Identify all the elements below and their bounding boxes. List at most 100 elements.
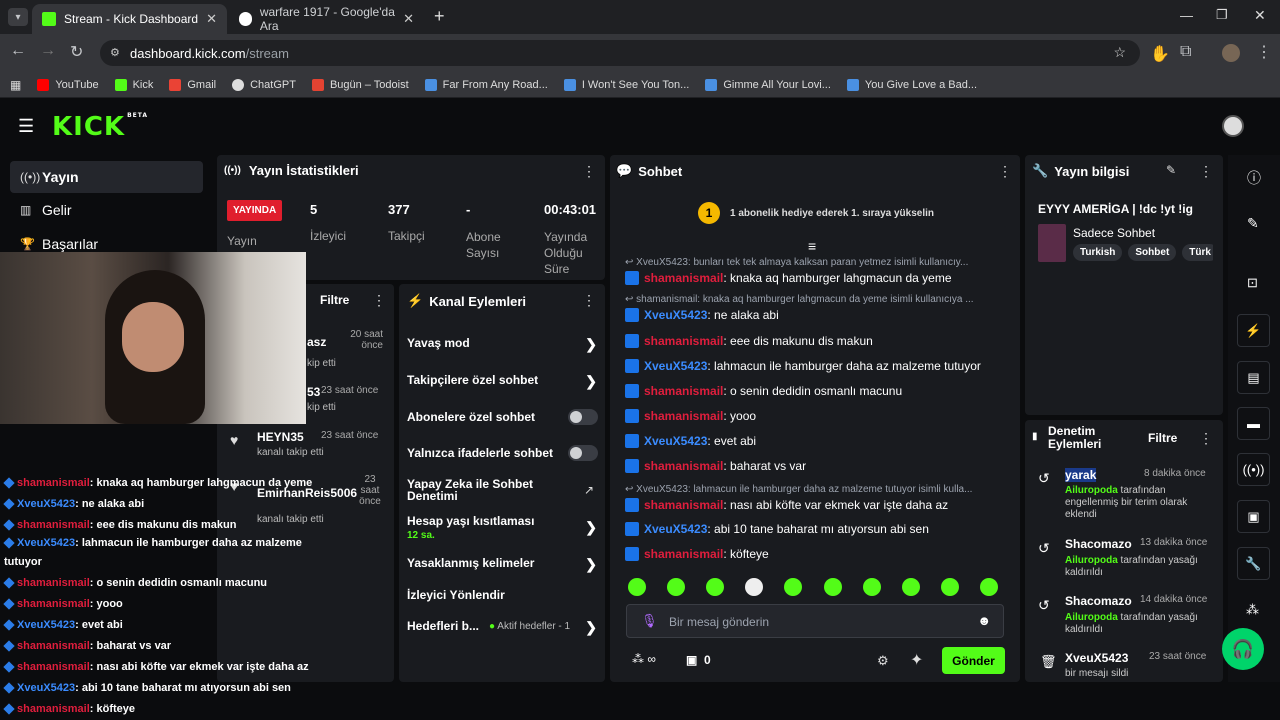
extension-icon[interactable]: ✋ [1150, 44, 1170, 64]
emote-icon[interactable] [901, 578, 920, 596]
stream-title: EYYY AMERİGA | !dc !yt !ig [1038, 202, 1193, 216]
emote-icon[interactable] [823, 578, 842, 596]
mod-user[interactable]: Shacomazo [1065, 537, 1132, 551]
raid-action[interactable]: İzleyici Yönlendir [407, 588, 597, 604]
activity-menu-icon[interactable]: ⋮ [372, 292, 386, 309]
minimize-button[interactable]: — [1180, 8, 1193, 23]
browser-menu-icon[interactable]: ⋮ [1256, 42, 1272, 62]
tag[interactable]: Türk [1182, 244, 1213, 261]
screenshot-icon[interactable]: ⊡ [1247, 275, 1258, 291]
close-window-button[interactable]: ✕ [1254, 7, 1266, 24]
lightning-icon: ⚡ [1245, 322, 1262, 338]
activity-desc: kanalı takip etti [257, 447, 324, 458]
emote-icon[interactable] [862, 578, 881, 596]
bookmark-star-icon[interactable]: ☆ [1113, 44, 1126, 61]
ai-moderation-action[interactable]: Yapay Zeka ile Sohbet Denetimi [407, 478, 547, 502]
edit-pencil-icon[interactable]: ✎ [1166, 163, 1176, 177]
bookmark-song-3[interactable]: Gimme All Your Lovi... [705, 78, 831, 91]
microphone-icon[interactable]: 🎙 [641, 613, 658, 629]
broadcast-button[interactable]: ((•)) [1237, 453, 1270, 486]
profile-avatar[interactable] [1222, 44, 1240, 62]
mod-user[interactable]: yarak [1065, 468, 1097, 482]
tab-search-icon[interactable]: ▾ [8, 8, 28, 26]
chat-message: XveuX5423: abi 10 tane baharat mı atıyor… [625, 522, 929, 536]
pinned-toggle-icon[interactable]: ≡ [808, 238, 816, 254]
banned-words-action[interactable]: Yasaklanmış kelimeler ❯ [407, 556, 597, 572]
tab-close-icon[interactable]: ✕ [206, 11, 217, 27]
subscribers-only-toggle[interactable] [568, 409, 598, 425]
emote-icon[interactable] [628, 578, 646, 596]
emote-icon[interactable] [784, 578, 803, 596]
apps-grid-icon[interactable]: ▦ [10, 78, 21, 92]
support-headset-button[interactable]: 🎧 [1222, 628, 1264, 670]
channel-points[interactable]: ⁂ ∞ [632, 652, 656, 666]
goals-action[interactable]: Hedefleri b... ● Aktif hedefler - 1 ❯ [407, 619, 597, 635]
reload-icon[interactable]: ↻ [70, 42, 83, 62]
trophy-icon: 🏆 [20, 237, 35, 251]
maximize-button[interactable]: ❐ [1216, 7, 1228, 23]
emote-icon[interactable] [979, 578, 998, 596]
tag[interactable]: Sohbet [1128, 244, 1177, 261]
slow-mode-action[interactable]: Yavaş mod ❯ [407, 336, 597, 352]
emoji-picker-icon[interactable]: ☻ [977, 613, 991, 628]
activity-name: 53 [307, 385, 321, 399]
overlay-message: XveuX5423: evet abi [3, 614, 324, 635]
chat-input[interactable]: 🎙 Bir mesaj gönderin ☻ [626, 604, 1004, 638]
address-bar[interactable]: ⚙ dashboard.kick.com/stream ☆ [100, 40, 1140, 66]
chat-menu-icon[interactable]: ⋮ [998, 163, 1012, 180]
video-button[interactable]: ▣ [1237, 500, 1270, 533]
user-avatar[interactable] [1222, 115, 1244, 137]
quick-emote-icon[interactable]: ✦ [910, 650, 923, 670]
mod-user[interactable]: XveuX5423 [1065, 651, 1128, 665]
bookmark-gmail[interactable]: Gmail [169, 78, 216, 91]
site-info-icon[interactable]: ⚙ [110, 46, 120, 59]
forward-arrow-icon[interactable]: → [40, 42, 56, 60]
quick-actions-button[interactable]: ⚡ [1237, 314, 1270, 347]
sidebar-item-stream[interactable]: ((•)) Yayın [10, 161, 203, 193]
bookmark-youtube[interactable]: YouTube [37, 78, 99, 91]
emote-icon[interactable] [745, 578, 764, 596]
tag[interactable]: Turkish [1073, 244, 1123, 261]
moderation-filter-button[interactable]: Filtre [1148, 431, 1177, 445]
hamburger-menu-icon[interactable]: ☰ [18, 116, 34, 137]
bookmark-chatgpt[interactable]: ChatGPT [232, 78, 296, 91]
stats-menu-icon[interactable]: ⋮ [582, 163, 596, 180]
store-count[interactable]: ▣ 0 [686, 653, 711, 667]
chat-button[interactable]: ▬ [1237, 407, 1270, 440]
extensions-puzzle-icon[interactable]: ⧉ [1180, 43, 1191, 61]
bookmark-song-1[interactable]: Far From Any Road... [424, 78, 548, 91]
undo-icon[interactable]: ↺ [1038, 540, 1050, 557]
connections-icon[interactable]: ⁂ [1246, 602, 1259, 618]
undo-icon[interactable]: ↺ [1038, 597, 1050, 614]
tools-button[interactable]: 🔧 [1237, 547, 1270, 580]
external-link-icon[interactable]: ↗ [584, 483, 594, 497]
send-button[interactable]: Gönder [942, 647, 1005, 674]
bookmark-kick[interactable]: Kick [114, 78, 153, 91]
channel-actions-menu-icon[interactable]: ⋮ [582, 292, 596, 309]
mod-user[interactable]: Shacomazo [1065, 594, 1132, 608]
emote-only-toggle[interactable] [568, 445, 598, 461]
emote-icon[interactable] [940, 578, 959, 596]
emote-icon[interactable] [667, 578, 686, 596]
bookmark-song-4[interactable]: You Give Love a Bad... [846, 78, 977, 91]
moderation-menu-icon[interactable]: ⋮ [1199, 430, 1213, 447]
chat-settings-icon[interactable]: ⚙ [877, 653, 889, 669]
info-icon[interactable]: ⓘ [1247, 168, 1261, 188]
new-tab-button[interactable]: + [434, 6, 445, 27]
undo-icon[interactable]: ↺ [1038, 470, 1050, 487]
back-arrow-icon[interactable]: ← [10, 42, 26, 60]
tab-stream-dashboard[interactable]: Stream - Kick Dashboard ✕ [32, 4, 227, 34]
kick-logo[interactable]: KICK BETA [52, 112, 148, 142]
edit-icon[interactable]: ✎ [1247, 215, 1259, 232]
notes-button[interactable]: ▤ [1237, 361, 1270, 394]
emote-icon[interactable] [706, 578, 725, 596]
account-age-action[interactable]: Hesap yaşı kısıtlaması 12 sa. ❯ [407, 514, 597, 544]
bookmark-todoist[interactable]: Bugün – Todoist [311, 78, 409, 91]
stream-info-menu-icon[interactable]: ⋮ [1199, 163, 1213, 180]
activity-filter-button[interactable]: Filtre [320, 293, 349, 307]
followers-only-action[interactable]: Takipçilere özel sohbet ❯ [407, 373, 597, 389]
bookmark-song-2[interactable]: I Won't See You Ton... [563, 78, 689, 91]
tab-google-search[interactable]: warfare 1917 - Google'da Ara ✕ [229, 4, 424, 34]
sidebar-item-revenue[interactable]: ▥ Gelir [10, 194, 203, 226]
tab-close-icon[interactable]: ✕ [403, 11, 414, 27]
